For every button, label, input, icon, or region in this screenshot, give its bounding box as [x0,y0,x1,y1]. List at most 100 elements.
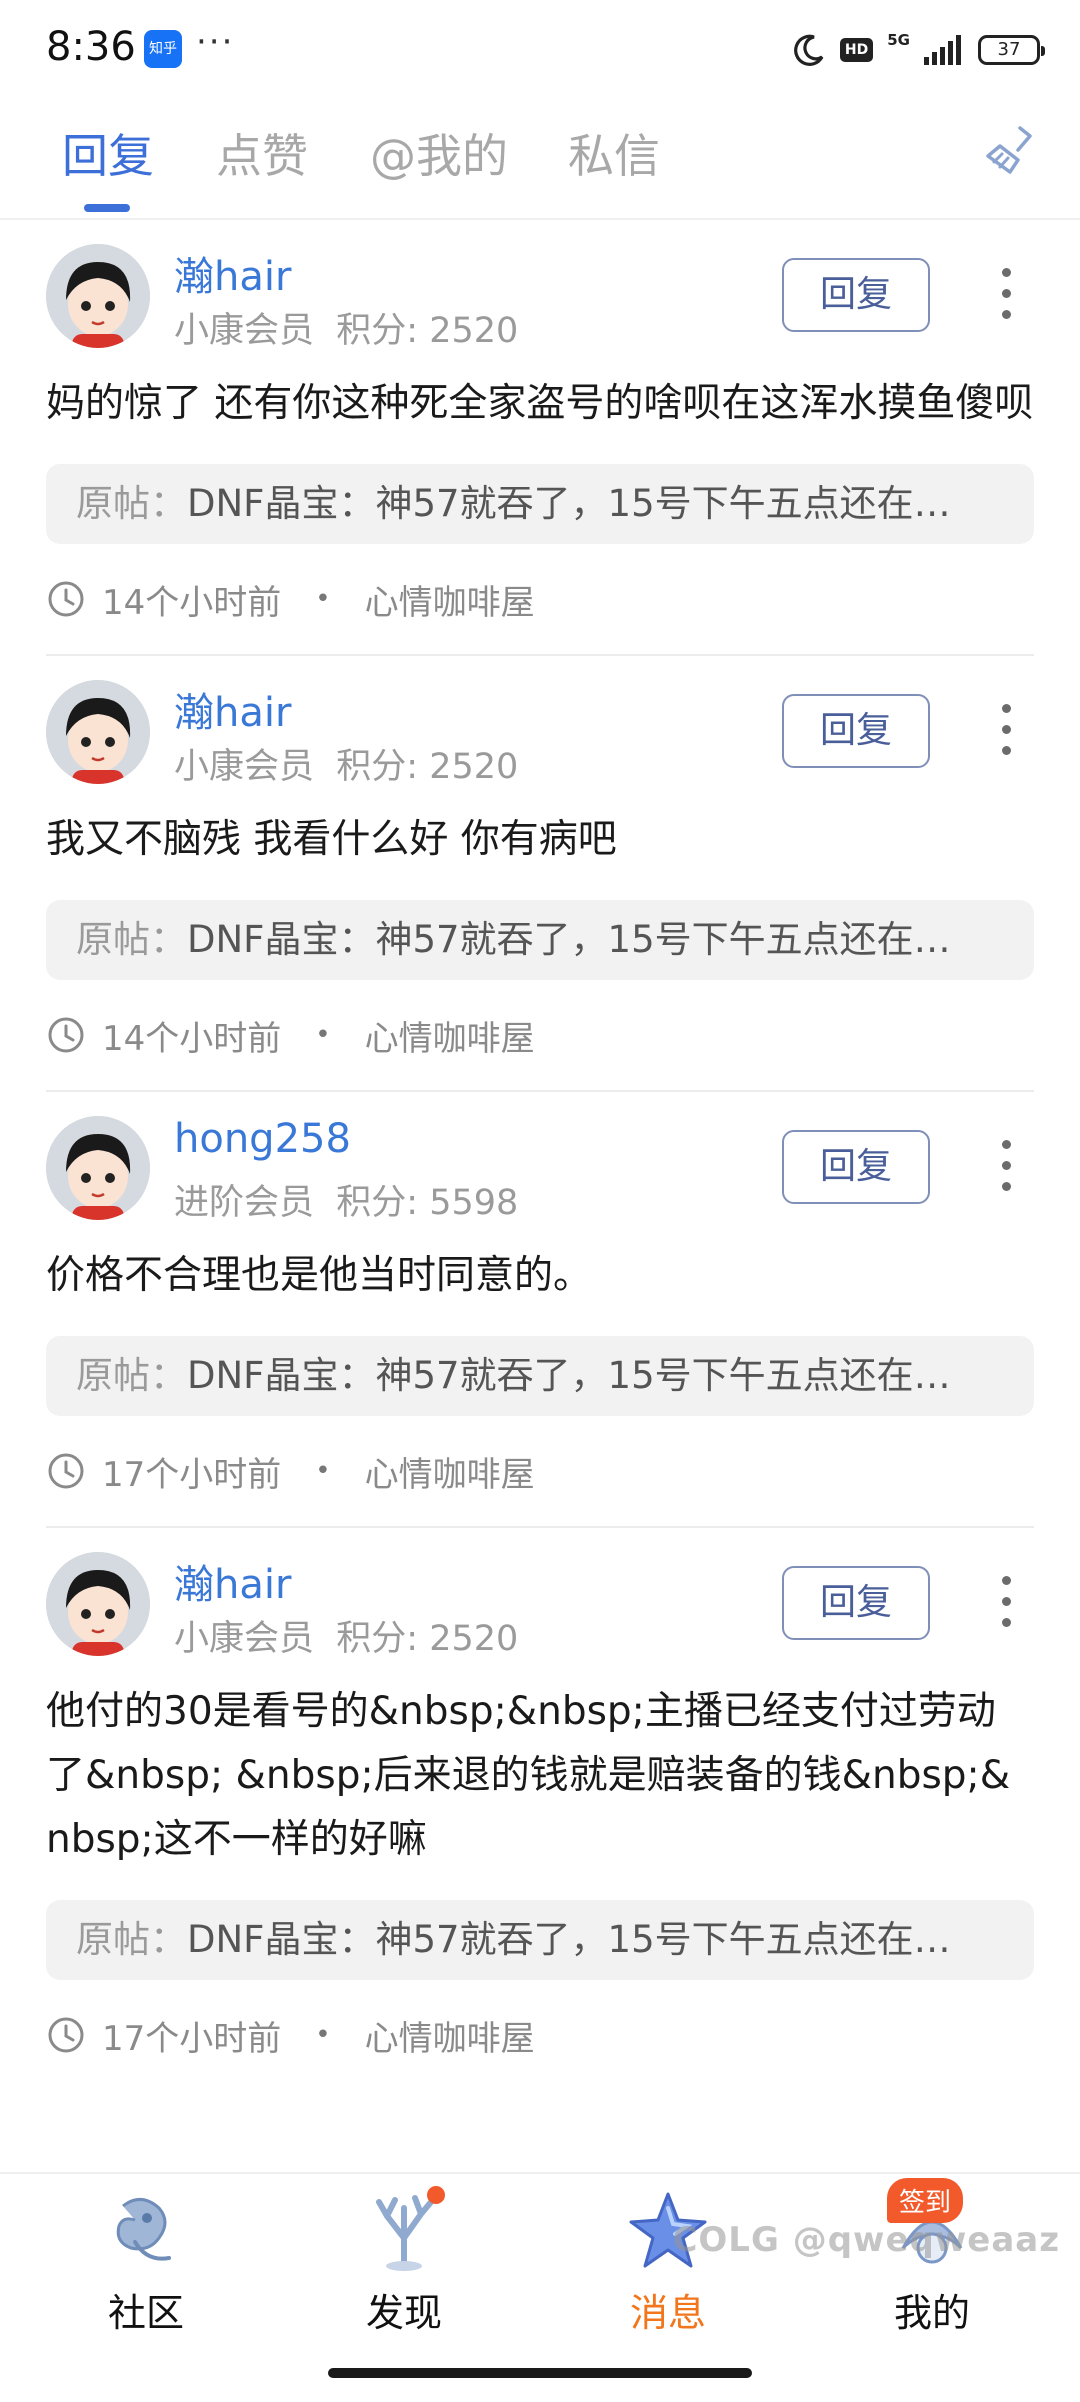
points: 积分: 2520 [336,311,519,351]
timestamp: 14个小时前 [102,1018,282,1059]
member-level: 小康会员 [174,747,315,787]
watermark: COLG @qweqweaaz [672,2220,1060,2260]
nav-messages[interactable]: 消息 [568,2186,768,2337]
points: 积分: 2520 [336,747,519,787]
home-indicator[interactable] [328,2368,752,2378]
nav-discover[interactable]: 发现 [304,2186,504,2337]
status-indicators: HD 5G 37 [792,28,1045,72]
broom-icon[interactable] [980,120,1040,180]
moon-icon [794,34,824,66]
quote-text: DNF晶宝：神57就吞了，15号下午五点还在… [187,1918,951,1961]
reply-card: 瀚hair 小康会员 积分: 2520 回复 妈的惊了 还有你这种死全家盗号的啥… [0,220,1080,654]
reply-button[interactable]: 回复 [782,694,930,768]
timestamp: 17个小时前 [102,2018,282,2059]
community-icon [101,2186,191,2276]
username[interactable]: 瀚hair [174,680,291,738]
avatar-image [46,680,150,784]
nav-label: 我的 [893,2291,970,2335]
nav-profile[interactable]: 签到 我的 [832,2178,1032,2337]
sign-in-badge[interactable]: 签到 [887,2178,964,2223]
tab-mentions[interactable]: @我的 [370,120,508,186]
separator-dot: • [315,2020,331,2050]
points: 积分: 2520 [336,1619,519,1659]
clock-icon [48,1453,84,1489]
quote-prefix: 原帖： [76,1918,187,1961]
board-name[interactable]: 心情咖啡屋 [365,1447,535,1496]
clock-icon [48,2017,84,2053]
tab-private-messages[interactable]: 私信 [568,120,660,186]
reply-footer: 17个小时前 • 心情咖啡屋 [46,1980,1034,2090]
quote-text: DNF晶宝：神57就吞了，15号下午五点还在… [187,918,951,961]
timestamp: 14个小时前 [102,582,282,623]
user-meta: 小康会员 积分: 2520 [174,302,518,353]
user-meta: 小康会员 积分: 2520 [174,1610,518,1661]
reply-button[interactable]: 回复 [782,258,930,332]
message-tabs: 回复 点赞 @我的 私信 [0,100,1080,220]
more-options-icon[interactable] [1000,704,1012,760]
board-name[interactable]: 心情咖啡屋 [365,1011,535,1060]
battery-icon: 37 [978,35,1045,65]
reply-footer: 17个小时前 • 心情咖啡屋 [46,1416,1034,1526]
reply-card: 瀚hair 小康会员 积分: 2520 回复 他付的30是看号的&nbsp;&n… [0,1528,1080,2090]
tab-reply[interactable]: 回复 [62,120,154,186]
nav-label: 社区 [107,2291,184,2335]
timestamp: 17个小时前 [102,1454,282,1495]
separator-dot: • [315,1456,331,1486]
status-time: 8:36 [46,24,136,70]
quote-prefix: 原帖： [76,918,187,961]
avatar[interactable] [46,244,150,348]
separator-dot: • [315,1020,331,1050]
discover-icon [359,2186,449,2276]
nav-label: 发现 [365,2291,442,2335]
more-options-icon[interactable] [1000,268,1012,324]
nav-label: 消息 [629,2291,706,2335]
reply-footer: 14个小时前 • 心情咖啡屋 [46,544,1034,654]
new-indicator-dot [427,2186,445,2204]
reply-button[interactable]: 回复 [782,1130,930,1204]
separator-dot: • [315,584,331,614]
username[interactable]: 瀚hair [174,1552,291,1610]
quote-prefix: 原帖： [76,482,187,525]
reply-feed[interactable]: 瀚hair 小康会员 积分: 2520 回复 妈的惊了 还有你这种死全家盗号的啥… [0,220,1080,2170]
user-meta: 进阶会员 积分: 5598 [174,1174,518,1225]
reply-footer: 14个小时前 • 心情咖啡屋 [46,980,1034,1090]
zhihu-notification-icon: 知乎 [144,30,182,68]
tab-likes[interactable]: 点赞 [216,120,308,186]
avatar-image [46,1552,150,1656]
avatar[interactable] [46,680,150,784]
avatar[interactable] [46,1116,150,1220]
avatar-image [46,244,150,348]
avatar-image [46,1116,150,1220]
more-options-icon[interactable] [1000,1576,1012,1632]
more-options-icon[interactable] [1000,1140,1012,1196]
nav-community[interactable]: 社区 [46,2186,246,2337]
quote-text: DNF晶宝：神57就吞了，15号下午五点还在… [187,482,951,525]
quote-prefix: 原帖： [76,1354,187,1397]
original-post-link[interactable]: 原帖：DNF晶宝：神57就吞了，15号下午五点还在… [46,1900,1034,1980]
hd-icon: HD [839,38,874,62]
member-level: 小康会员 [174,311,315,351]
user-meta: 小康会员 积分: 2520 [174,738,518,789]
status-bar: 8:36 知乎 ··· HD 5G 37 [0,0,1080,96]
reply-card: hong258 进阶会员 积分: 5598 回复 价格不合理也是他当时同意的。 … [0,1092,1080,1526]
username[interactable]: hong258 [174,1116,351,1162]
clock-icon [48,1017,84,1053]
original-post-link[interactable]: 原帖：DNF晶宝：神57就吞了，15号下午五点还在… [46,900,1034,980]
more-notifications-icon: ··· [196,22,235,62]
reply-button[interactable]: 回复 [782,1566,930,1640]
clock-icon [48,581,84,617]
points: 积分: 5598 [336,1183,519,1223]
board-name[interactable]: 心情咖啡屋 [365,2011,535,2060]
original-post-link[interactable]: 原帖：DNF晶宝：神57就吞了，15号下午五点还在… [46,464,1034,544]
member-level: 进阶会员 [174,1183,315,1223]
signal-icon [924,35,961,65]
board-name[interactable]: 心情咖啡屋 [365,575,535,624]
original-post-link[interactable]: 原帖：DNF晶宝：神57就吞了，15号下午五点还在… [46,1336,1034,1416]
active-tab-indicator [84,204,130,212]
username[interactable]: 瀚hair [174,244,291,302]
quote-text: DNF晶宝：神57就吞了，15号下午五点还在… [187,1354,951,1397]
avatar[interactable] [46,1552,150,1656]
network-type: 5G [887,31,910,49]
reply-card: 瀚hair 小康会员 积分: 2520 回复 我又不脑残 我看什么好 你有病吧 … [0,656,1080,1090]
member-level: 小康会员 [174,1619,315,1659]
